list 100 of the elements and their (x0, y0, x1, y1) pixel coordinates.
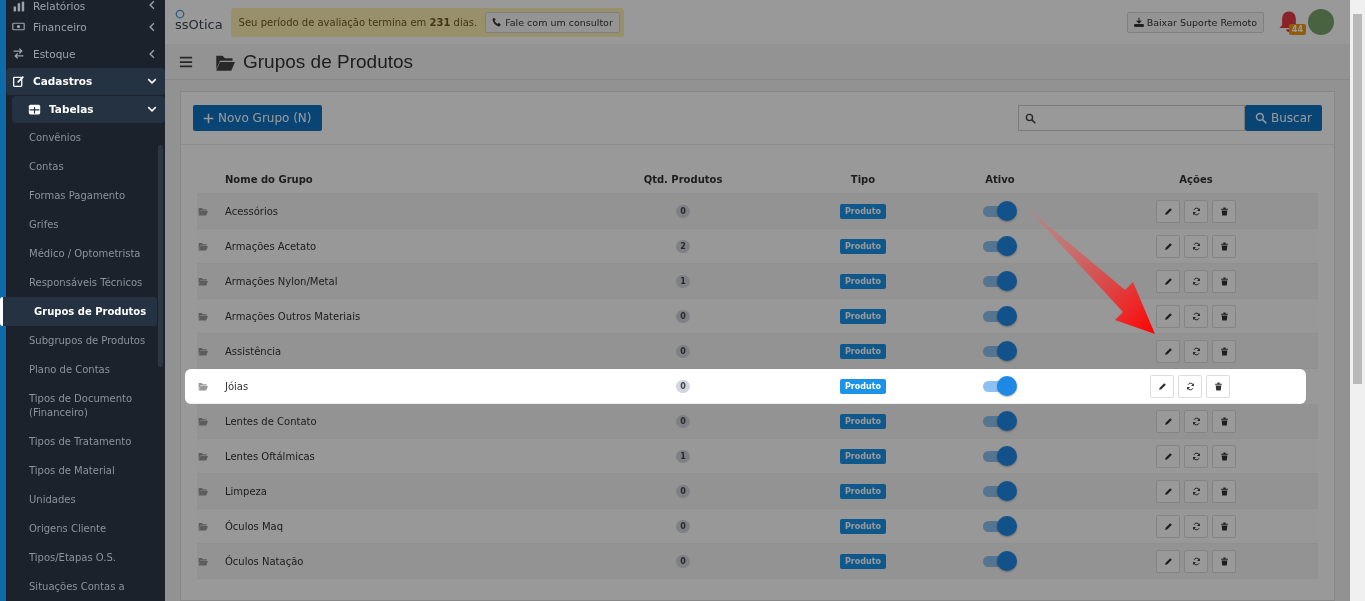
delete-button[interactable] (1212, 304, 1236, 328)
count-badge: 2 (676, 239, 690, 253)
download-icon (1133, 17, 1144, 27)
sidebar-link[interactable]: Grifes (6, 210, 157, 239)
edit-button[interactable] (1156, 234, 1180, 258)
refresh-button[interactable] (1184, 409, 1208, 433)
active-toggle[interactable] (983, 236, 1017, 256)
delete-button[interactable] (1212, 409, 1236, 433)
refresh-button[interactable] (1184, 479, 1208, 503)
sidebar-link[interactable]: Unidades (6, 485, 157, 514)
edit-button[interactable] (1156, 269, 1180, 293)
edit-button[interactable] (1156, 339, 1180, 363)
sidebar-item[interactable]: Estoque (6, 40, 165, 68)
active-toggle[interactable] (983, 481, 1017, 501)
active-toggle[interactable] (983, 516, 1017, 536)
edit-button[interactable] (1156, 304, 1180, 328)
sidebar-item[interactable]: Financeiro (6, 13, 165, 41)
refresh-button[interactable] (1184, 444, 1208, 468)
refresh-icon (1185, 381, 1195, 391)
sidebar-link[interactable]: Contas (6, 152, 157, 181)
sidebar-link[interactable]: Convênios (6, 123, 157, 152)
active-toggle[interactable] (983, 411, 1017, 431)
refresh-button[interactable] (1184, 199, 1208, 223)
edit-button[interactable] (1150, 374, 1174, 398)
edit-button[interactable] (1156, 409, 1180, 433)
pencil-icon (1163, 276, 1173, 286)
refresh-button[interactable] (1184, 549, 1208, 573)
active-toggle[interactable] (983, 551, 1017, 571)
table-cell-text: Limpeza (225, 485, 268, 497)
trash-icon (1219, 486, 1229, 496)
refresh-icon (1191, 241, 1201, 251)
remote-support-button[interactable]: Baixar Suporte Remoto (1126, 11, 1264, 33)
sidebar-link[interactable]: Formas Pagamento (6, 181, 157, 210)
delete-button[interactable] (1212, 234, 1236, 258)
edit-button[interactable] (1156, 514, 1180, 538)
delete-button[interactable] (1212, 479, 1236, 503)
edit-button[interactable] (1156, 199, 1180, 223)
edit-button[interactable] (1156, 479, 1180, 503)
delete-button[interactable] (1206, 374, 1230, 398)
column-header: Qtd. Produtos (643, 173, 723, 185)
sidebar-link[interactable]: Grupos de Produtos (0, 297, 157, 326)
refresh-button[interactable] (1184, 339, 1208, 363)
type-tag: Produto (839, 238, 886, 254)
refresh-button[interactable] (1184, 514, 1208, 538)
active-toggle[interactable] (983, 271, 1017, 291)
sidebar-link[interactable]: Tipos de Documento (Financeiro) (6, 384, 157, 427)
refresh-button[interactable] (1178, 374, 1202, 398)
sidebar-link[interactable]: Tipos de Material (6, 456, 157, 485)
refresh-button[interactable] (1184, 304, 1208, 328)
sidebar-link[interactable]: Tipos de Tratamento (6, 427, 157, 456)
sidebar-link[interactable]: Plano de Contas (6, 355, 157, 384)
active-toggle[interactable] (983, 376, 1017, 396)
active-toggle[interactable] (983, 341, 1017, 361)
active-toggle[interactable] (983, 306, 1017, 326)
sidebar-link[interactable]: Origens Cliente (6, 514, 157, 543)
sidebar-link[interactable]: Subgrupos de Produtos (6, 326, 157, 355)
trash-icon (1219, 451, 1229, 461)
logo-ring-icon (175, 9, 185, 19)
sidebar-link[interactable]: Situações Contas a (6, 572, 157, 601)
search-field[interactable] (1018, 105, 1245, 131)
delete-button[interactable] (1212, 199, 1236, 223)
sidebar-item[interactable]: Relatórios (6, 0, 165, 14)
type-tag: Produto (839, 378, 886, 394)
delete-button[interactable] (1212, 549, 1236, 573)
column-header: Ações (1179, 173, 1213, 185)
pencil-icon (1163, 521, 1173, 531)
type-tag: Produto (839, 308, 886, 324)
active-toggle[interactable] (983, 201, 1017, 221)
logo: ssOtica (175, 9, 223, 31)
sidebar-link[interactable]: Responsáveis Técnicos (6, 268, 157, 297)
new-group-button[interactable]: Novo Grupo (N) (193, 105, 322, 131)
refresh-icon (1191, 556, 1201, 566)
delete-button[interactable] (1212, 339, 1236, 363)
table-cell-text: Armações Acetato (225, 240, 318, 252)
folder-icon (197, 486, 209, 496)
consultant-button[interactable]: Fale com um consultor (485, 11, 620, 33)
pencil-icon (1163, 486, 1173, 496)
refresh-button[interactable] (1184, 234, 1208, 258)
sidebar-item[interactable]: Tabelas (12, 95, 165, 123)
page-title: Grupos de Produtos (243, 50, 414, 73)
sidebar-item[interactable]: Cadastros (6, 67, 165, 95)
sidebar-link[interactable]: Tipos/Etapas O.S. (6, 543, 157, 572)
avatar[interactable] (1308, 9, 1334, 35)
page-scrollbar[interactable] (1350, 0, 1365, 601)
active-toggle[interactable] (983, 446, 1017, 466)
edit-button[interactable] (1156, 549, 1180, 573)
folder-icon (197, 276, 209, 286)
delete-button[interactable] (1212, 444, 1236, 468)
caret-left-icon (147, 21, 157, 32)
count-badge: 0 (676, 484, 690, 498)
edit-button[interactable] (1156, 444, 1180, 468)
search-button[interactable]: Buscar (1245, 105, 1322, 131)
folder-icon (197, 311, 209, 321)
sidebar-link[interactable]: Médico / Optometrista (6, 239, 157, 268)
type-tag: Produto (839, 483, 886, 499)
refresh-button[interactable] (1184, 269, 1208, 293)
table-cell-text: Jóias (225, 380, 250, 392)
delete-button[interactable] (1212, 269, 1236, 293)
delete-button[interactable] (1212, 514, 1236, 538)
count-badge: 0 (676, 414, 690, 428)
